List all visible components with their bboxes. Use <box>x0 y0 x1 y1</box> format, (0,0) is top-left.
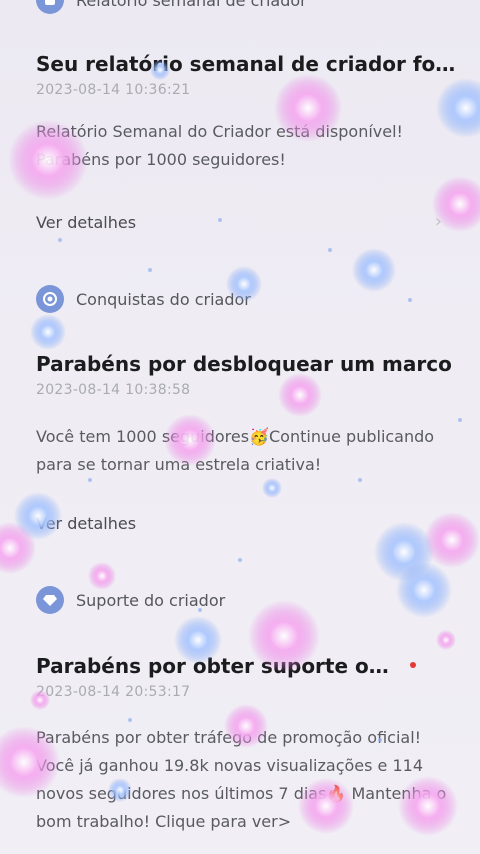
notification-time: 2023-08-14 10:36:21 <box>36 82 191 98</box>
sender-name: Conquistas do criador <box>76 289 251 309</box>
notification-time: 2023-08-14 20:53:17 <box>36 684 191 700</box>
notification-title: Parabéns por obter suporte oficial <box>36 654 400 678</box>
sender-row: Relatório semanal de criador <box>36 0 307 14</box>
achievement-icon <box>36 285 64 313</box>
unread-dot <box>410 662 416 668</box>
diamond-icon <box>36 586 64 614</box>
notification-body: Relatório Semanal do Criador está dispon… <box>36 122 403 169</box>
sender-name: Suporte do criador <box>76 590 226 610</box>
chevron-right-icon[interactable]: › <box>435 211 442 232</box>
sender-name: Relatório semanal de criador <box>76 0 307 10</box>
view-details-link[interactable]: Ver detalhes <box>36 213 136 232</box>
notification-title: Parabéns por desbloquear um marco <box>36 352 452 376</box>
notification-time: 2023-08-14 10:38:58 <box>36 382 191 398</box>
notification-title: Seu relatório semanal de criador foi l..… <box>36 52 460 76</box>
notification-body: Parabéns por obter tráfego de promoção o… <box>36 728 447 831</box>
report-icon <box>36 0 64 14</box>
notification-body: Você tem 1000 seguidores🥳Continue public… <box>36 427 435 474</box>
sender-row: Conquistas do criador <box>36 285 251 313</box>
sender-row: Suporte do criador <box>36 586 225 614</box>
view-details-link[interactable]: Ver detalhes <box>36 514 136 533</box>
notification-list: Relatório semanal de criador Seu relatór… <box>0 0 480 854</box>
